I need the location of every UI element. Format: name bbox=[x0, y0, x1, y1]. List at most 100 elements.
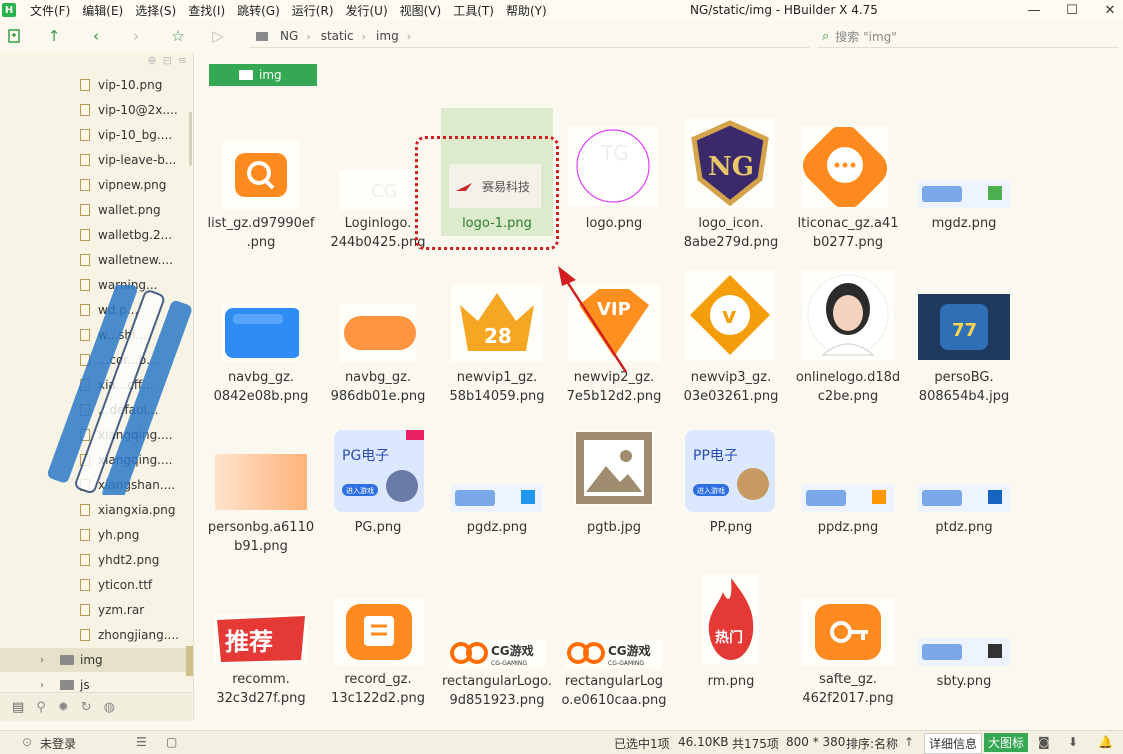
tree-file[interactable]: warning... bbox=[80, 274, 158, 296]
project-icon[interactable]: ▤ bbox=[12, 700, 24, 715]
tree-file[interactable]: vip-leave-b... bbox=[80, 149, 176, 171]
tree-file[interactable]: w...shi... bbox=[80, 324, 147, 346]
file-item[interactable]: CG游戏 CG-GAMING rectangularLog o.e0610caa.p… bbox=[556, 640, 672, 730]
tree-file[interactable]: yzm.rar bbox=[80, 599, 144, 621]
sync-icon[interactable]: ↻ bbox=[81, 700, 92, 715]
user-icon[interactable]: ⊙ bbox=[22, 735, 32, 749]
file-item[interactable]: record_gz. 13c122d2.png bbox=[320, 598, 436, 708]
file-item[interactable]: 28 newvip1_gz. 58b14059.png bbox=[439, 284, 555, 410]
tree-file[interactable]: xia...cff... bbox=[80, 374, 154, 396]
tree-file[interactable]: yhdt2.png bbox=[80, 549, 159, 571]
forward-button[interactable]: › bbox=[126, 26, 146, 46]
menu-help[interactable]: 帮助(Y) bbox=[506, 2, 547, 19]
file-item[interactable]: PG电子 进入游戏 PG.png bbox=[320, 430, 436, 540]
menu-icon[interactable]: ≡ bbox=[178, 54, 187, 67]
tree-file[interactable]: yh.png bbox=[80, 524, 139, 546]
file-item[interactable]: pgtb.jpg bbox=[556, 430, 672, 540]
tree-file[interactable]: xiangqing.... bbox=[80, 449, 172, 471]
file-item[interactable]: CG游戏 CG-GAMING rectangularLogo. 9d851923.p… bbox=[439, 640, 555, 730]
tree-file[interactable]: vipnew.png bbox=[80, 174, 166, 196]
tree-file[interactable]: xiangxia.png bbox=[80, 499, 175, 521]
file-item[interactable]: navbg_gz. 986db01e.png bbox=[320, 300, 436, 410]
tree-file[interactable]: xiangshan.... bbox=[80, 474, 175, 496]
menu-goto[interactable]: 跳转(G) bbox=[237, 2, 280, 19]
file-item[interactable]: personbg.a6110 b91.png bbox=[203, 454, 319, 564]
run-button[interactable]: ▷ bbox=[208, 26, 228, 46]
tree-folder-js[interactable]: › js bbox=[0, 673, 193, 692]
menu-tools[interactable]: 工具(T) bbox=[453, 2, 494, 19]
tree-file[interactable]: vip-10.png bbox=[80, 74, 162, 96]
folder-icon bbox=[239, 70, 253, 80]
menu-select[interactable]: 选择(S) bbox=[135, 2, 176, 19]
favorite-button[interactable]: ☆ bbox=[168, 26, 188, 46]
menu-run[interactable]: 运行(R) bbox=[292, 2, 334, 19]
palette-icon[interactable]: ◍ bbox=[104, 700, 115, 715]
large-icon-view-button[interactable]: 大图标 bbox=[984, 733, 1029, 752]
tree-file[interactable]: vip-10@2x.... bbox=[80, 99, 178, 121]
file-item[interactable]: 77 persoBG. 808654b4.jpg bbox=[906, 294, 1022, 410]
tree-file[interactable]: yticon.ttf bbox=[80, 574, 152, 596]
file-item[interactable]: navbg_gz. 0842e08b.png bbox=[203, 300, 319, 410]
close-button[interactable]: ✕ bbox=[1100, 0, 1120, 20]
collapse-icon[interactable]: ⊟ bbox=[163, 54, 172, 67]
tree-file[interactable]: xiangqing.... bbox=[80, 424, 172, 446]
locate-icon[interactable]: ⊕ bbox=[147, 54, 156, 67]
breadcrumb-ng[interactable]: NG bbox=[280, 29, 298, 43]
detail-view-button[interactable]: 详细信息 bbox=[924, 733, 983, 754]
file-item[interactable]: v newvip3_gz. 03e03261.png bbox=[673, 270, 789, 410]
file-item[interactable]: TG logo.png bbox=[556, 126, 672, 246]
tree-file[interactable]: walletnew.... bbox=[80, 249, 173, 271]
svg-text:TG: TG bbox=[600, 141, 629, 165]
up-button[interactable]: ↑ bbox=[44, 26, 64, 46]
file-item[interactable]: mgdz.png bbox=[906, 180, 1022, 250]
star-icon: ☆ bbox=[171, 27, 185, 45]
download-icon[interactable]: ⬇ bbox=[1068, 735, 1078, 749]
back-button[interactable]: ‹ bbox=[86, 26, 106, 46]
file-item[interactable]: sbty.png bbox=[906, 638, 1022, 698]
tree-file[interactable]: wallet.png bbox=[80, 199, 161, 221]
notification-icon[interactable]: 🔔 bbox=[1098, 735, 1113, 749]
bug-icon[interactable]: ✹ bbox=[58, 700, 69, 715]
file-item[interactable]: onlinelogo.d18d c2be.png bbox=[790, 270, 906, 410]
maximize-button[interactable]: ☐ bbox=[1062, 0, 1082, 20]
tree-file[interactable]: ...cor...b... bbox=[80, 349, 158, 371]
file-item[interactable]: ptdz.png bbox=[906, 484, 1022, 544]
tree-file[interactable]: zhongjiang.... bbox=[80, 624, 179, 646]
breadcrumb-static[interactable]: static bbox=[321, 29, 354, 43]
tree-file[interactable]: walletbg.2... bbox=[80, 224, 172, 246]
file-item[interactable]: ppdz.png bbox=[790, 484, 906, 544]
tree-file[interactable]: wd.p... bbox=[80, 299, 138, 321]
tree-file[interactable]: ...defaul... bbox=[80, 399, 158, 421]
image-file-icon bbox=[80, 329, 90, 341]
file-item[interactable]: 热门 rm.png bbox=[673, 574, 789, 690]
file-item[interactable]: pgdz.png bbox=[439, 484, 555, 544]
new-file-button[interactable] bbox=[4, 26, 24, 46]
file-item[interactable]: lticonac_gz.a41 b0277.png bbox=[790, 126, 906, 250]
sidebar-scrollbar[interactable] bbox=[189, 112, 192, 166]
menu-edit[interactable]: 编辑(E) bbox=[82, 2, 123, 19]
tree-file[interactable]: vip-10_bg.... bbox=[80, 124, 172, 146]
login-status[interactable]: 未登录 bbox=[40, 735, 76, 752]
sidebar-divider[interactable] bbox=[193, 52, 194, 720]
file-icon[interactable]: ▢ bbox=[166, 735, 177, 749]
search-input[interactable]: ⌕ 搜索 "img" bbox=[818, 25, 1118, 48]
path-bar[interactable]: NG › static › img › bbox=[250, 25, 810, 48]
list-icon[interactable]: ☰ bbox=[136, 735, 147, 749]
file-item[interactable]: safte_gz. 462f2017.png bbox=[790, 598, 906, 710]
file-item[interactable]: PP电子 进入游戏 PP.png bbox=[673, 430, 789, 540]
file-item[interactable]: list_gz.d97990ef .png bbox=[203, 140, 319, 260]
menu-view[interactable]: 视图(V) bbox=[400, 2, 442, 19]
tree-folder-img[interactable]: › img bbox=[0, 648, 193, 672]
sort-order[interactable]: 排序:名称 bbox=[846, 735, 898, 752]
chat-icon[interactable]: ◙ bbox=[1038, 735, 1050, 749]
sort-direction-icon[interactable]: ↑ bbox=[904, 735, 914, 749]
menu-find[interactable]: 查找(I) bbox=[188, 2, 225, 19]
menu-file[interactable]: 文件(F) bbox=[30, 2, 70, 19]
file-name: PP.png bbox=[709, 520, 753, 535]
breadcrumb-img[interactable]: img bbox=[376, 29, 399, 43]
menu-publish[interactable]: 发行(U) bbox=[346, 2, 388, 19]
file-item[interactable]: NG logo_icon. 8abe279d.png bbox=[673, 118, 789, 250]
minimize-button[interactable]: — bbox=[1024, 0, 1044, 20]
bike-icon[interactable]: ⚲ bbox=[36, 700, 46, 715]
file-item[interactable]: 推荐 recomm. 32c3d27f.png bbox=[203, 614, 319, 714]
